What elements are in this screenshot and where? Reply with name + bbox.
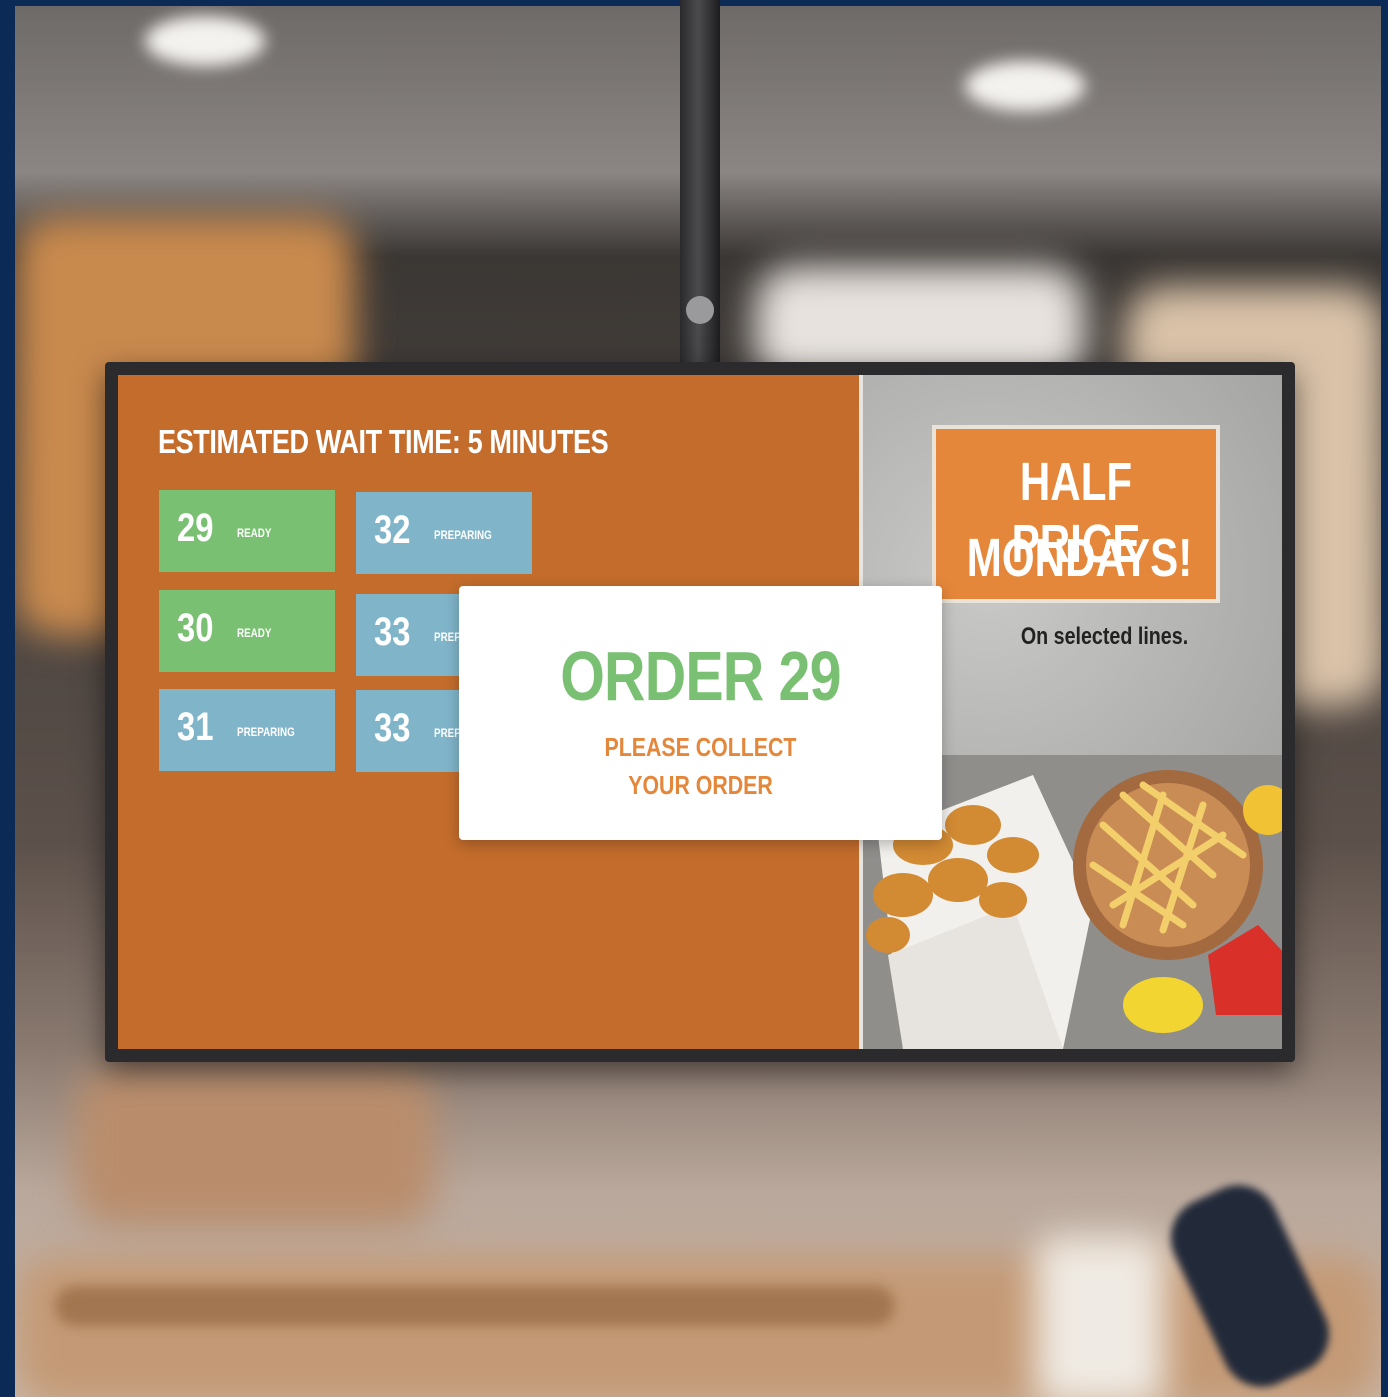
promo-banner: HALF PRICE MONDAYS! <box>932 425 1220 603</box>
order-status: READY <box>237 526 272 540</box>
order-number: 29 <box>177 506 214 550</box>
order-status: READY <box>237 626 272 640</box>
tv-display: ESTIMATED WAIT TIME: 5 MINUTES 29 READY … <box>105 362 1295 1062</box>
order-number: 33 <box>374 610 411 654</box>
order-number: 31 <box>177 705 214 749</box>
coffee-cup <box>1035 1236 1165 1397</box>
order-number: 32 <box>374 508 411 552</box>
order-tile: 29 READY <box>159 490 335 572</box>
wait-time-heading: ESTIMATED WAIT TIME: 5 MINUTES <box>158 423 609 460</box>
order-screen: ESTIMATED WAIT TIME: 5 MINUTES 29 READY … <box>118 375 1282 1049</box>
order-status: PREPARING <box>434 528 492 542</box>
order-tile: 32 PREPARING <box>356 492 532 574</box>
ceiling-light <box>145 16 265 66</box>
mount-joint <box>686 296 714 324</box>
order-tile: 30 READY <box>159 590 335 672</box>
promo-line-2: MONDAYS! <box>966 528 1193 588</box>
order-number: 30 <box>177 606 214 650</box>
ceiling-light <box>965 61 1085 111</box>
order-status: PREPARING <box>237 725 295 739</box>
promo-note: On selected lines. <box>1020 623 1189 650</box>
order-number: 33 <box>374 706 411 750</box>
order-ready-popup: ORDER 29 PLEASE COLLECT YOUR ORDER <box>459 586 942 840</box>
table-blur <box>15 1256 1381 1397</box>
order-tile: 31 PREPARING <box>159 689 335 771</box>
popup-order-title: ORDER 29 <box>560 637 841 715</box>
counter-blur <box>75 1066 435 1226</box>
popup-message-line-2: YOUR ORDER <box>628 770 773 800</box>
chair-back <box>55 1286 895 1326</box>
popup-message-line-1: PLEASE COLLECT <box>604 732 797 762</box>
